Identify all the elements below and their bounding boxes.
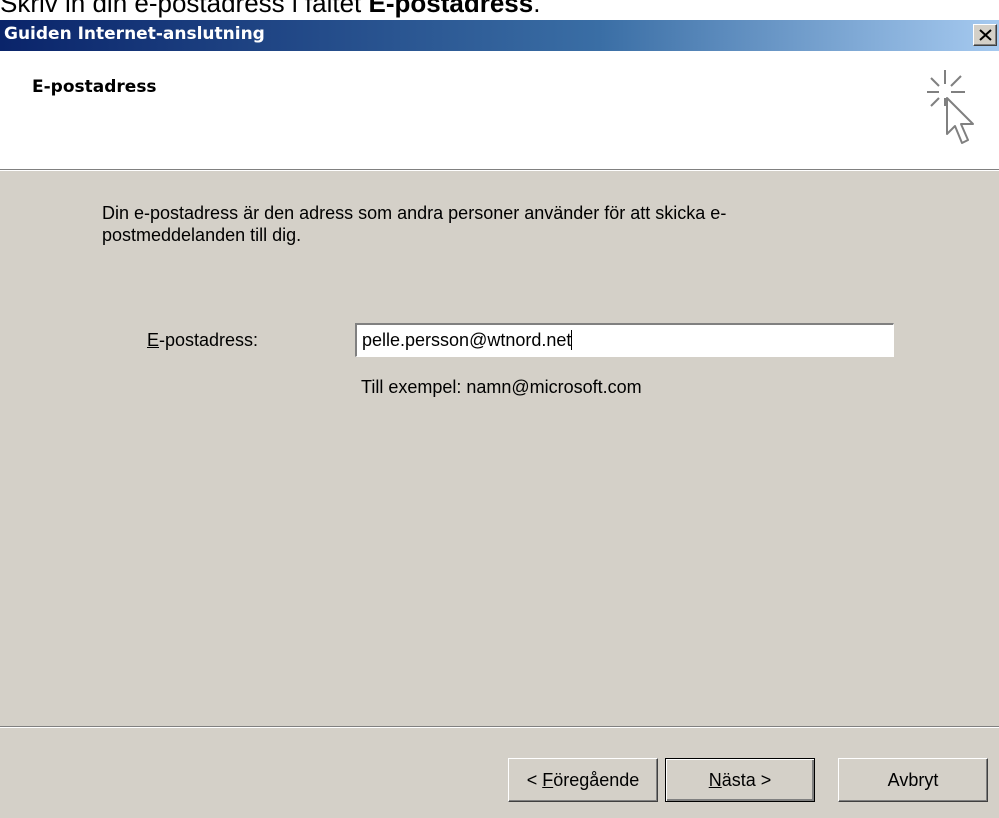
email-label: E-postadress:	[147, 330, 258, 351]
document-caption: Skriv in din e-postadress i fältet E-pos…	[0, 0, 999, 18]
wizard-dialog: Guiden Internet-anslutning E-postadress …	[0, 20, 999, 818]
back-button-rest: öregående	[553, 769, 640, 790]
title-bar[interactable]: Guiden Internet-anslutning	[0, 20, 999, 51]
cancel-button-label: Avbryt	[887, 769, 939, 790]
wizard-header: E-postadress	[0, 51, 999, 169]
back-button-prefix: <	[526, 769, 538, 790]
caption-bold-text: E-postadress	[368, 0, 534, 18]
next-button-rest: ästa >	[721, 769, 772, 790]
close-button[interactable]	[973, 24, 997, 46]
next-button[interactable]: Nästa >	[665, 758, 815, 802]
email-input[interactable]: pelle.persson@wtnord.net	[355, 323, 894, 357]
email-hint: Till exempel: namn@microsoft.com	[361, 377, 642, 397]
header-separator	[0, 169, 999, 171]
text-caret	[571, 330, 573, 350]
description-text: Din e-postadress är den adress som andra…	[102, 203, 727, 245]
email-input-value: pelle.persson@wtnord.net	[362, 330, 572, 350]
back-button-mnemonic: F	[542, 769, 554, 790]
footer-separator	[0, 726, 999, 728]
cancel-button[interactable]: Avbryt	[838, 758, 988, 802]
wizard-cursor-icon	[927, 70, 974, 144]
email-label-rest: -postadress:	[159, 330, 259, 350]
close-icon	[979, 29, 992, 41]
page-title: E-postadress	[32, 77, 157, 97]
back-button[interactable]: < Föregående	[508, 758, 658, 802]
window-title: Guiden Internet-anslutning	[4, 24, 265, 44]
email-label-mnemonic: E	[147, 330, 160, 350]
caption-text: Skriv in din e-postadress i fältet	[0, 0, 369, 18]
caption-end: .	[533, 0, 541, 18]
next-button-mnemonic: N	[708, 769, 722, 790]
